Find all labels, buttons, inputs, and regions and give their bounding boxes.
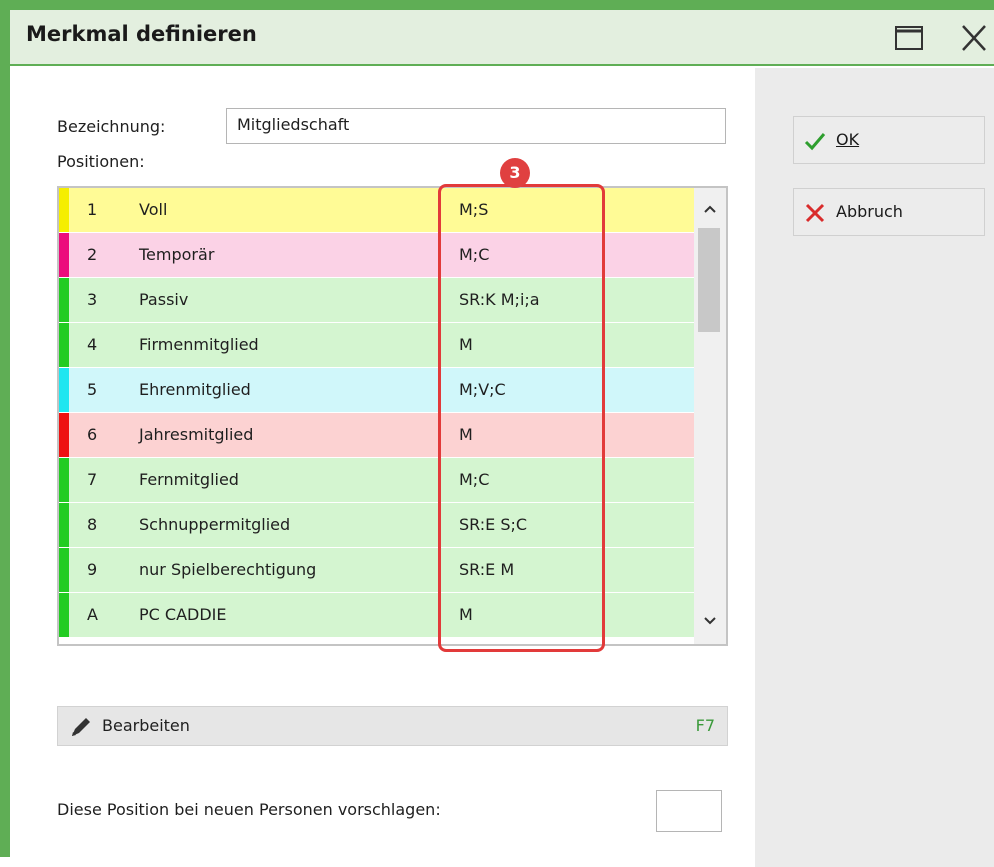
cancel-label: Abbruch	[836, 202, 903, 221]
position-number: 7	[87, 470, 98, 489]
suggest-field[interactable]	[656, 790, 722, 832]
color-bar	[59, 548, 69, 592]
close-icon	[962, 25, 986, 51]
color-bar	[59, 368, 69, 412]
color-bar	[59, 458, 69, 502]
annotation-highlight	[438, 184, 605, 652]
position-name: Passiv	[139, 290, 189, 309]
annotation-badge: 3	[500, 158, 530, 188]
position-name: PC CADDIE	[139, 605, 227, 624]
position-name: Temporär	[139, 245, 215, 264]
ok-button[interactable]: OK	[793, 116, 985, 164]
position-name: Firmenmitglied	[139, 335, 259, 354]
color-bar	[59, 278, 69, 322]
position-number: 4	[87, 335, 98, 354]
position-number: 9	[87, 560, 98, 579]
position-name: nur Spielberechtigung	[139, 560, 317, 579]
dialog-window: Merkmal definieren Bezeichnung: Mitglied…	[0, 0, 994, 867]
position-name: Jahresmitglied	[139, 425, 254, 444]
cancel-button[interactable]: Abbruch	[793, 188, 985, 236]
name-label: Bezeichnung:	[57, 117, 166, 136]
position-number: A	[87, 605, 98, 624]
position-name: Schnuppermitglied	[139, 515, 291, 534]
edit-label: Bearbeiten	[102, 716, 190, 735]
position-number: 5	[87, 380, 98, 399]
positions-list: 1 Voll M;S 2 Temporär M;C 3 Passiv SR:K M;i;a 4 Fi…	[57, 186, 728, 646]
position-number: 8	[87, 515, 98, 534]
color-bar	[59, 503, 69, 547]
maximize-button[interactable]	[893, 23, 925, 53]
edit-shortcut: F7	[695, 716, 715, 735]
dialog-title: Merkmal definieren	[26, 22, 257, 46]
color-bar	[59, 593, 69, 637]
pencil-icon	[72, 718, 90, 736]
title-bar: Merkmal definieren	[10, 10, 994, 66]
position-number: 1	[87, 200, 98, 219]
position-name: Ehrenmitglied	[139, 380, 251, 399]
color-bar	[59, 413, 69, 457]
position-name: Fernmitglied	[139, 470, 239, 489]
close-button[interactable]	[958, 23, 990, 53]
color-bar	[59, 233, 69, 277]
main-panel: Bezeichnung: Mitgliedschaft Positionen: …	[10, 68, 755, 867]
edit-button[interactable]: Bearbeiten F7	[57, 706, 728, 746]
scrollbar[interactable]	[694, 188, 726, 644]
color-bar	[59, 323, 69, 367]
ok-label: OK	[836, 130, 860, 149]
x-icon	[805, 203, 825, 223]
side-panel: OK Abbruch	[755, 68, 994, 867]
position-number: 2	[87, 245, 98, 264]
scroll-up-icon[interactable]	[701, 200, 719, 218]
scroll-down-icon[interactable]	[701, 612, 719, 630]
position-name: Voll	[139, 200, 168, 219]
maximize-icon	[895, 26, 923, 50]
position-number: 3	[87, 290, 98, 309]
color-bar	[59, 188, 69, 232]
scrollbar-thumb[interactable]	[698, 228, 720, 332]
positions-label: Positionen:	[57, 152, 145, 171]
checkmark-icon	[804, 133, 826, 151]
suggest-label: Diese Position bei neuen Personen vorsch…	[57, 800, 441, 819]
position-number: 6	[87, 425, 98, 444]
name-input[interactable]: Mitgliedschaft	[226, 108, 726, 144]
